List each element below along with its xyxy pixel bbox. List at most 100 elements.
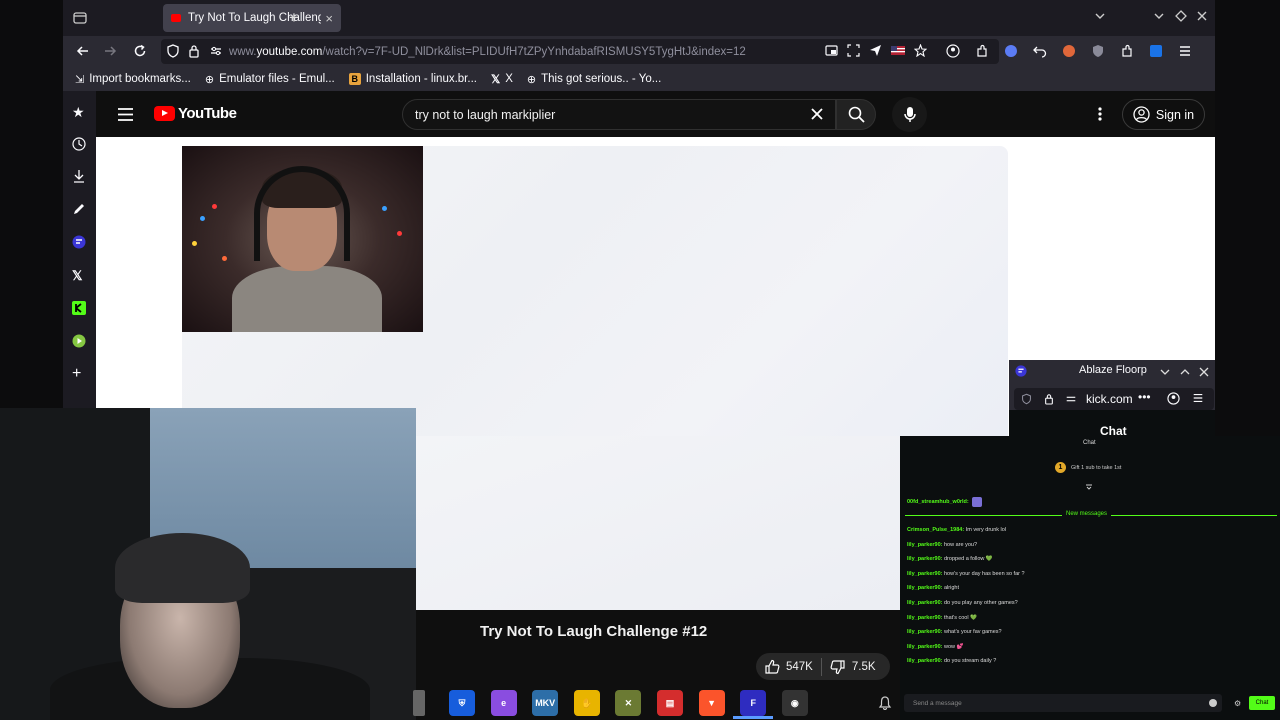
bookmark-import[interactable]: ⇲ Import bookmarks... [75,73,191,86]
floorp-more-icon[interactable]: ••• [1138,390,1151,404]
search-button[interactable] [836,99,876,130]
profile-circle-icon[interactable] [1004,44,1018,58]
screenshot-icon[interactable] [847,44,860,57]
clear-search-icon[interactable] [810,107,824,121]
bookmark-installation[interactable]: B Installation - linux.br... [348,73,477,85]
firefox-relay-icon[interactable] [1062,44,1076,58]
translate-icon[interactable] [1149,44,1163,58]
sidebar-history-icon[interactable] [72,137,87,152]
flag-icon[interactable] [891,44,905,57]
url-path: /watch?v=7F-UD_NlDrk&list=PLIDUfH7tZPyYn… [322,45,746,58]
sidebar-floorp-icon[interactable] [72,235,87,250]
thumbs-down-icon [830,659,845,674]
chat-settings-gear-icon[interactable]: ⚙ [1234,699,1241,708]
new-tab-icon[interactable]: + [289,8,299,28]
menu-icon[interactable] [1178,44,1192,58]
brave-icon[interactable]: ▼ [698,690,725,716]
floorp-account-icon[interactable] [1167,392,1180,405]
bookmark-emulator[interactable]: ⊕ Emulator files - Emul... [205,73,335,86]
dislike-button[interactable]: 7.5K [822,653,884,680]
floorp-menu-icon[interactable] [1192,392,1204,404]
undo-icon[interactable] [1033,44,1047,58]
sign-in-button[interactable]: Sign in [1122,99,1205,130]
voice-search-button[interactable] [892,97,927,132]
sidebar-add-icon[interactable]: + [72,365,87,382]
more-options-icon[interactable] [1096,106,1104,122]
hamburger-menu-icon[interactable] [117,107,134,122]
obs-icon[interactable]: ◉ [781,690,808,716]
list-tabs-icon[interactable] [1094,10,1106,22]
account-icon[interactable] [946,44,960,58]
chat-username[interactable]: lily_parker90: [907,571,942,577]
sidebar-rumble-icon[interactable] [72,334,87,349]
search-input[interactable]: try not to laugh markiplier [402,99,836,130]
bookmark-this-got-serious[interactable]: ⊕ This got serious.. - Yo... [527,73,661,86]
mkv-icon[interactable]: MKV [532,690,559,716]
xbox-icon[interactable]: ✕ [615,690,642,716]
reload-icon[interactable] [133,44,147,58]
maximize-icon[interactable] [1175,10,1187,22]
pip-icon[interactable] [825,44,838,57]
floorp-collapse-icon[interactable] [1160,367,1170,377]
chat-username[interactable]: lily_parker90: [907,658,942,664]
extensions-icon[interactable] [975,44,989,58]
chat-username[interactable]: Crimson_Pulse_1984: [907,527,964,533]
sidebar-downloads-icon[interactable] [72,169,87,184]
bitwarden-icon[interactable]: ⛨ [449,690,475,716]
gift-sub-banner[interactable]: 1 Gift 1 sub to take 1st [1055,462,1121,473]
taskbar-app-partial[interactable] [413,690,425,716]
bookmark-star-icon[interactable] [914,44,927,57]
sidebar-notes-pen-icon[interactable] [72,202,87,217]
floorp-icon[interactable]: F [740,690,767,716]
lock-icon[interactable] [188,44,200,58]
notification-bell-icon[interactable] [878,696,892,710]
sidebar-kick-icon[interactable] [72,301,87,316]
chat-message: lily_parker90: how's your day has been s… [907,571,1025,577]
files-icon[interactable]: ▤ [657,690,683,716]
x-logo-icon: 𝕏 [490,74,501,86]
chat-username[interactable]: lily_parker90: [907,600,942,606]
puzzle-icon[interactable] [1120,44,1134,58]
chat-send-button[interactable]: Chat [1249,696,1275,710]
floorp-expand-icon[interactable] [1180,367,1190,377]
close-tab-icon[interactable]: × [325,11,333,26]
chat-username[interactable]: lily_parker90: [907,644,942,650]
tab-overview-icon[interactable] [73,11,87,25]
youtube-logo[interactable]: YouTube [154,105,237,122]
sidebar-x-icon[interactable]: 𝕏 [72,268,87,283]
back-icon[interactable] [76,44,90,58]
chat-text: how's your day has been so far ? [944,570,1025,577]
thumbs-up-icon [765,659,780,674]
browser-tabbar: Try Not To Laugh Challenge × + [63,0,1215,36]
bookmark-label: This got serious.. - Yo... [541,73,662,85]
send-icon[interactable] [869,44,882,57]
chat-message: lily_parker90: how are you? [907,542,977,548]
chat-input-placeholder: Send a message [913,699,962,707]
tab-youtube[interactable]: Try Not To Laugh Challenge × [163,4,341,32]
video-player-lower[interactable] [416,436,900,610]
forward-icon[interactable] [103,44,117,58]
new-messages-label: New messages [1062,511,1112,517]
bookmarks-bar: ⇲ Import bookmarks... ⊕ Emulator files -… [63,67,1215,91]
minimize-icon[interactable] [1153,10,1165,22]
chat-username[interactable]: lily_parker90: [907,542,942,548]
pin-toggle-icon[interactable] [1085,483,1093,491]
shield-icon[interactable] [166,44,180,58]
emoji-icon[interactable] [1209,699,1217,707]
chat-username[interactable]: lily_parker90: [907,629,942,635]
wave-icon[interactable]: ✋ [573,690,600,716]
chat-subtitle: Chat [1083,440,1096,446]
chat-username[interactable]: lily_parker90: [907,556,942,562]
pinned-user[interactable]: 00fd_streamhub_w0rld: [907,497,982,507]
chat-username[interactable]: lily_parker90: [907,585,942,591]
close-window-icon[interactable] [1196,10,1208,22]
sidebar-bookmarks-star-icon[interactable]: ★ [72,104,87,120]
bookmark-x[interactable]: 𝕏 X [491,72,513,86]
chat-username[interactable]: lily_parker90: [907,615,942,621]
permissions-icon[interactable] [209,44,223,58]
chat-message-input[interactable]: Send a message [904,694,1222,712]
like-button[interactable]: 547K [756,653,821,680]
edge-icon[interactable]: e [490,690,517,716]
floorp-close-icon[interactable] [1199,367,1209,377]
ublock-icon[interactable] [1091,44,1105,58]
